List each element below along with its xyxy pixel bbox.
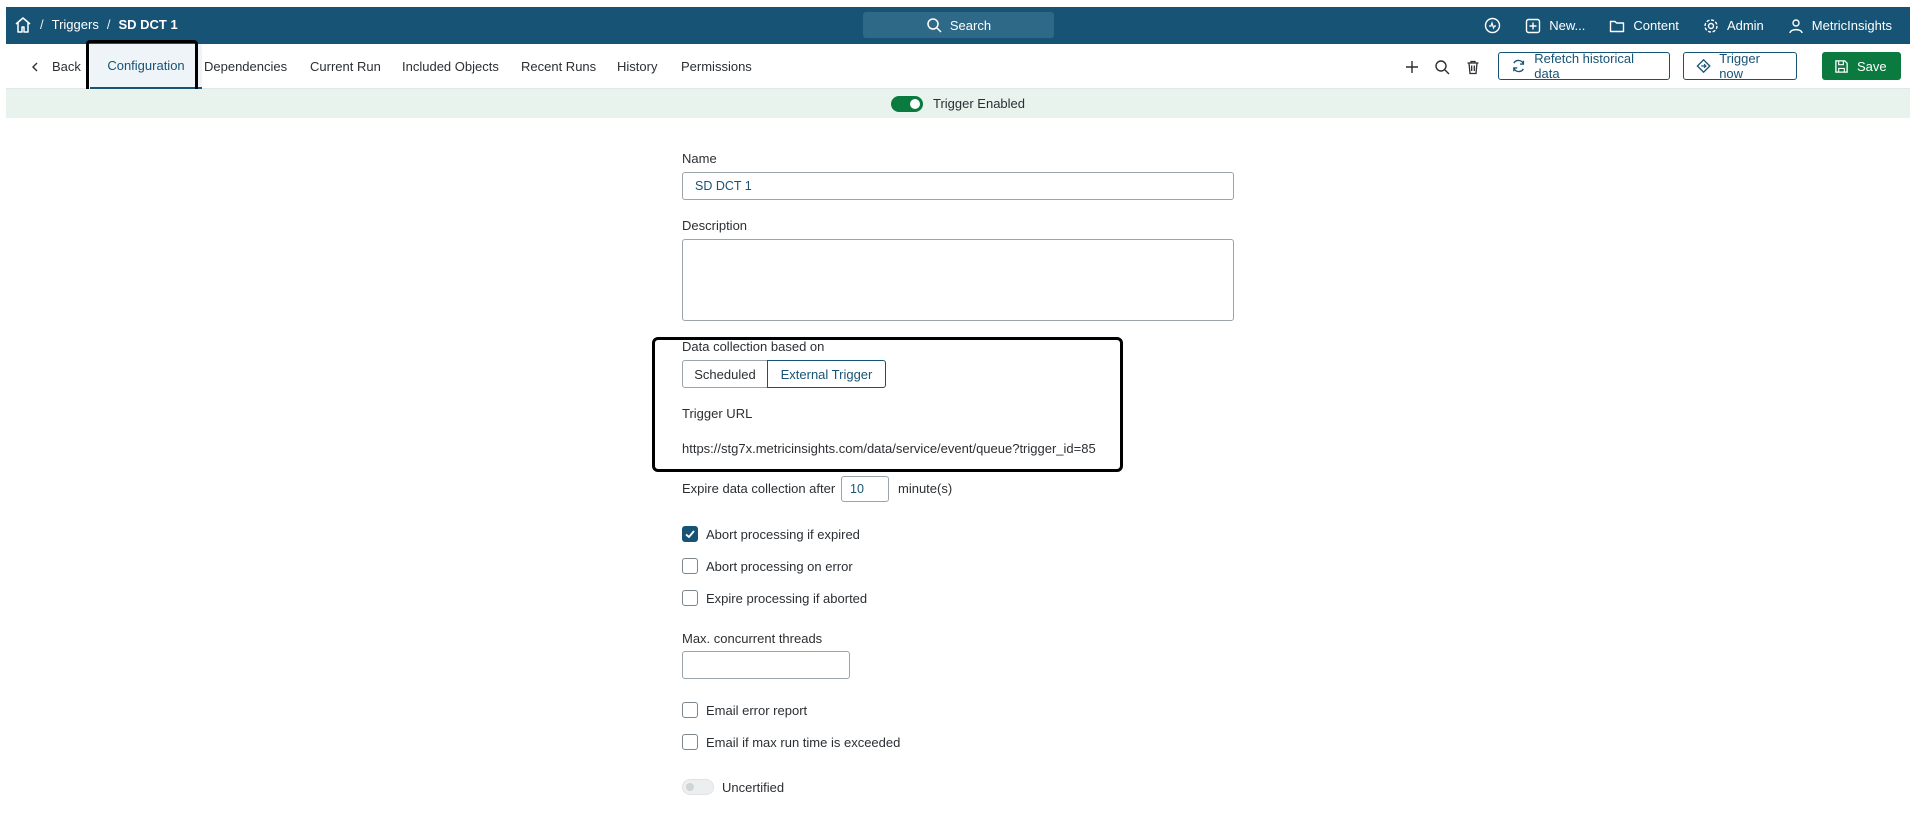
- abort-on-error-label: Abort processing on error: [706, 559, 853, 574]
- user-icon: [1789, 18, 1803, 33]
- description-label: Description: [682, 218, 748, 233]
- configuration-tab-highlight: [86, 40, 198, 94]
- plus-icon: [1406, 60, 1418, 73]
- chevron-left-icon: [32, 62, 38, 71]
- breadcrumb-triggers-link[interactable]: Triggers: [52, 17, 99, 32]
- search-tool-button[interactable]: [1434, 44, 1450, 89]
- abort-on-error-checkbox[interactable]: [682, 558, 698, 574]
- admin-button[interactable]: Admin: [1703, 18, 1764, 34]
- certified-label: Uncertified: [722, 780, 785, 795]
- tab-history[interactable]: History: [617, 44, 657, 89]
- tab-dependencies[interactable]: Dependencies: [204, 44, 287, 89]
- back-button[interactable]: Back: [28, 44, 81, 89]
- trigger-icon: [1696, 58, 1711, 74]
- user-menu-button[interactable]: MetricInsights: [1788, 18, 1892, 34]
- tab-permissions[interactable]: Permissions: [681, 44, 752, 89]
- expire-unit-label: minute(s): [898, 481, 953, 496]
- abort-if-expired-checkbox[interactable]: [682, 526, 698, 542]
- save-button[interactable]: Save: [1822, 52, 1901, 80]
- folder-icon: [1610, 20, 1625, 32]
- add-button[interactable]: [1404, 44, 1420, 89]
- email-error-report-label: Email error report: [706, 703, 808, 718]
- top-actions: New... Content Admin MetricInsights: [1484, 7, 1892, 44]
- expire-minutes-input[interactable]: 10: [841, 476, 889, 502]
- tab-current-run[interactable]: Current Run: [310, 44, 381, 89]
- trigger-now-button[interactable]: Trigger now: [1683, 51, 1797, 81]
- tab-recent-runs[interactable]: Recent Runs: [521, 44, 596, 89]
- abort-if-expired-label: Abort processing if expired: [706, 527, 860, 542]
- expire-if-aborted-label: Expire processing if aborted: [706, 591, 868, 606]
- breadcrumb: / Triggers / SD DCT 1: [40, 17, 178, 32]
- refresh-icon: [1513, 59, 1525, 73]
- gear-icon: [1704, 18, 1718, 33]
- top-navigation-bar: / Triggers / SD DCT 1 Search New... Cont…: [6, 7, 1910, 44]
- plus-square-icon: [1526, 18, 1541, 33]
- trigger-enabled-label: Trigger Enabled: [932, 96, 1025, 111]
- data-collection-highlight: [652, 337, 1123, 472]
- new-button[interactable]: New...: [1525, 18, 1585, 34]
- search-label: Search: [949, 17, 992, 33]
- breadcrumb-current: SD DCT 1: [118, 17, 178, 32]
- trash-icon: [1467, 60, 1479, 74]
- content-button[interactable]: Content: [1609, 18, 1679, 34]
- tab-included-objects[interactable]: Included Objects: [402, 44, 499, 89]
- expire-if-aborted-checkbox[interactable]: [682, 590, 698, 606]
- tab-bar: Back Configuration Dependencies Current …: [6, 44, 1910, 89]
- trigger-enabled-toggle[interactable]: [890, 95, 923, 112]
- checkmark-icon: [685, 530, 695, 539]
- expire-label: Expire data collection after: [682, 481, 836, 496]
- name-label: Name: [682, 151, 717, 166]
- email-max-run-time-checkbox[interactable]: [682, 734, 698, 750]
- certified-toggle[interactable]: [682, 779, 714, 795]
- home-icon[interactable]: [14, 16, 34, 36]
- email-max-run-time-label: Email if max run time is exceeded: [706, 735, 901, 750]
- save-icon: [1835, 59, 1848, 73]
- trigger-enabled-bar: Trigger Enabled: [6, 89, 1910, 118]
- activity-button[interactable]: [1484, 17, 1501, 34]
- max-threads-label: Max. concurrent threads: [682, 631, 823, 646]
- max-threads-input[interactable]: [682, 651, 850, 679]
- description-textarea[interactable]: [682, 239, 1234, 321]
- search-button[interactable]: Search: [863, 12, 1054, 38]
- email-error-report-checkbox[interactable]: [682, 702, 698, 718]
- refetch-historical-data-button[interactable]: Refetch historical data: [1498, 51, 1670, 81]
- search-icon: [1435, 59, 1450, 74]
- activity-icon: [1485, 17, 1501, 34]
- search-icon: [927, 18, 942, 33]
- delete-button[interactable]: [1465, 44, 1481, 89]
- name-input[interactable]: SD DCT 1: [682, 172, 1234, 200]
